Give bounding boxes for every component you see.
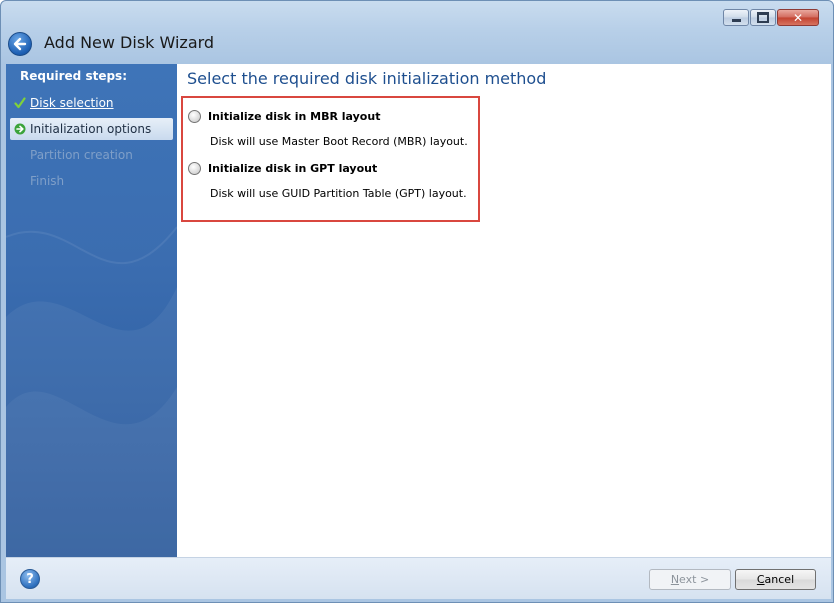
step-initialization-options: Initialization options: [10, 118, 173, 140]
content-panel: Select the required disk initialization …: [177, 64, 831, 557]
gpt-radio[interactable]: [188, 162, 201, 175]
next-button[interactable]: Next >: [649, 569, 731, 590]
sidebar-wave-decoration: [6, 226, 177, 557]
arrow-right-icon: [10, 121, 30, 137]
checkmark-icon: [10, 95, 30, 111]
help-icon: ?: [26, 571, 34, 587]
close-button[interactable]: ✕: [777, 9, 819, 26]
mbr-option-label[interactable]: Initialize disk in MBR layout: [208, 110, 380, 123]
help-button[interactable]: ?: [20, 569, 40, 589]
mbr-radio[interactable]: [188, 110, 201, 123]
step-label: Disk selection: [30, 96, 114, 110]
minimize-icon: [731, 19, 741, 22]
wizard-footer: ? Next > Cancel: [6, 557, 831, 599]
minimize-button[interactable]: [723, 9, 749, 26]
gpt-option-description: Disk will use GUID Partition Table (GPT)…: [210, 187, 467, 200]
step-partition-creation: Partition creation: [10, 144, 173, 166]
cancel-button[interactable]: Cancel: [735, 569, 816, 590]
wizard-window: ✕ Add New Disk Wizard Required steps: Di…: [0, 0, 834, 603]
step-label: Initialization options: [30, 122, 152, 136]
back-arrow-icon: [13, 37, 27, 51]
steps-sidebar: Required steps: Disk selection Initializ…: [6, 64, 177, 557]
step-label: Finish: [30, 174, 65, 188]
gpt-option[interactable]: Initialize disk in GPT layout: [188, 162, 377, 175]
gpt-option-label[interactable]: Initialize disk in GPT layout: [208, 162, 377, 175]
caption-buttons: ✕: [723, 9, 819, 26]
step-label: Partition creation: [30, 148, 133, 162]
close-icon: ✕: [792, 10, 804, 25]
page-title: Select the required disk initialization …: [187, 69, 547, 88]
window-title: Add New Disk Wizard: [44, 33, 215, 52]
step-disk-selection[interactable]: Disk selection: [10, 92, 173, 114]
back-button[interactable]: [8, 32, 32, 56]
steps-heading: Required steps:: [20, 69, 127, 83]
mbr-option[interactable]: Initialize disk in MBR layout: [188, 110, 380, 123]
mbr-option-description: Disk will use Master Boot Record (MBR) l…: [210, 135, 468, 148]
maximize-button[interactable]: [750, 9, 776, 26]
step-finish: Finish: [10, 170, 173, 192]
maximize-icon: [757, 12, 769, 23]
